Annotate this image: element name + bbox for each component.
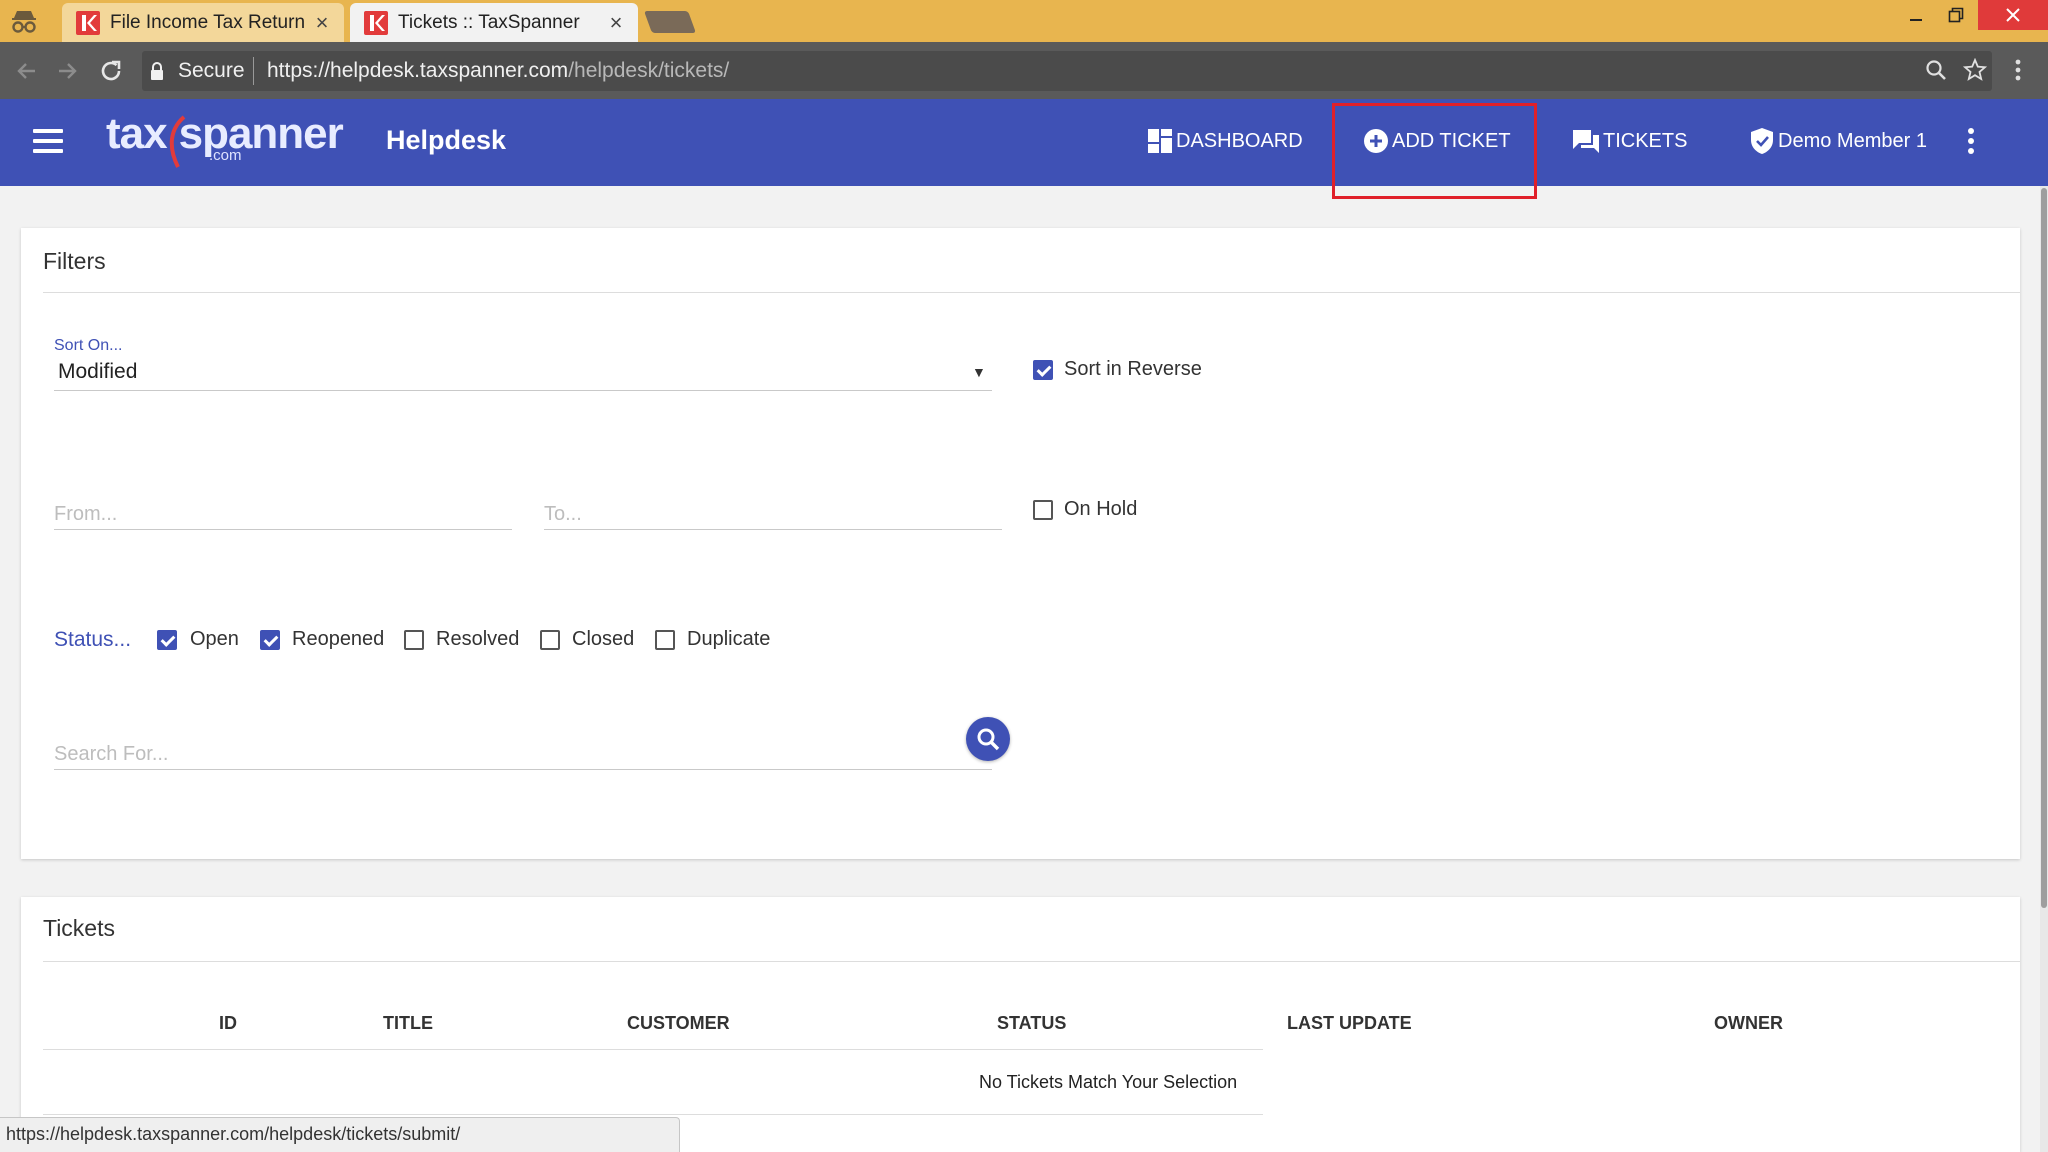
column-header-status[interactable]: STATUS xyxy=(997,1013,1066,1034)
browser-menu-icon[interactable] xyxy=(2010,55,2026,85)
tickets-title: Tickets xyxy=(43,915,115,941)
url-text[interactable]: https://helpdesk.taxspanner.com/helpdesk… xyxy=(267,59,729,83)
empty-table-message: No Tickets Match Your Selection xyxy=(979,1072,1238,1092)
close-window-icon[interactable] xyxy=(1978,0,2048,30)
status-reopened-checkbox[interactable] xyxy=(260,630,280,650)
on-hold-label: On Hold xyxy=(1064,498,1138,520)
nav-tickets-label: TICKETS xyxy=(1603,129,1688,152)
link-status-bar: https://helpdesk.taxspanner.com/helpdesk… xyxy=(0,1117,680,1152)
logo-text-spanner: spanner xyxy=(178,109,344,158)
reload-icon[interactable] xyxy=(94,54,128,88)
incognito-icon xyxy=(12,11,36,33)
bookmark-star-icon[interactable] xyxy=(1960,55,1990,85)
zoom-icon[interactable] xyxy=(1921,55,1951,85)
nav-user-profile[interactable]: Demo Member 1 xyxy=(1748,125,1927,157)
add-ticket-highlight xyxy=(1332,103,1537,199)
search-icon xyxy=(977,728,1000,751)
column-header-customer[interactable]: CUSTOMER xyxy=(627,1013,730,1034)
browser-tab-tickets[interactable]: Tickets :: TaxSpanner × xyxy=(350,3,638,42)
chat-bubbles-icon xyxy=(1573,130,1599,153)
sort-on-label: Sort On... xyxy=(54,337,123,354)
column-header-id[interactable]: ID xyxy=(219,1013,237,1034)
table-row-divider xyxy=(43,1114,1263,1115)
more-options-icon[interactable] xyxy=(1966,128,1976,154)
browser-toolbar: Secure https://helpdesk.taxspanner.com/h… xyxy=(0,42,2048,99)
close-tab-icon[interactable]: × xyxy=(310,10,334,35)
hamburger-menu-icon[interactable] xyxy=(33,129,63,153)
status-duplicate-checkbox[interactable] xyxy=(655,630,675,650)
logo-text-tax: tax xyxy=(106,109,168,158)
taxspanner-favicon-icon xyxy=(76,10,100,35)
sort-on-select[interactable]: Modified xyxy=(58,360,137,384)
dropdown-caret-icon[interactable]: ▼ xyxy=(972,364,986,380)
nav-tickets[interactable]: TICKETS xyxy=(1571,125,1687,157)
back-arrow-icon[interactable] xyxy=(10,54,44,88)
status-reopened-label: Reopened xyxy=(292,628,385,650)
nav-dashboard-label: DASHBOARD xyxy=(1176,129,1303,152)
status-open-label: Open xyxy=(190,628,239,650)
from-date-input[interactable]: From... xyxy=(54,503,117,526)
status-closed-label: Closed xyxy=(572,628,635,650)
status-resolved-label: Resolved xyxy=(436,628,520,650)
app-title: Helpdesk xyxy=(386,125,507,155)
tab-title: File Income Tax Return C xyxy=(110,11,310,33)
to-underline xyxy=(544,529,1002,530)
url-path: /helpdesk/tickets/ xyxy=(568,59,730,82)
address-separator xyxy=(253,57,254,85)
secure-label: Secure xyxy=(178,59,245,82)
status-closed-checkbox[interactable] xyxy=(540,630,560,650)
column-header-title[interactable]: TITLE xyxy=(383,1013,433,1034)
verified-shield-icon xyxy=(1751,128,1773,154)
column-header-last-update[interactable]: LAST UPDATE xyxy=(1287,1013,1412,1034)
close-tab-icon[interactable]: × xyxy=(604,10,628,35)
table-header-divider xyxy=(43,1049,1263,1050)
tickets-divider xyxy=(43,961,2020,962)
filters-card: Filters xyxy=(21,228,2020,859)
sort-reverse-checkbox[interactable] xyxy=(1033,360,1053,380)
dashboard-icon xyxy=(1148,129,1172,153)
new-tab-button[interactable] xyxy=(643,11,697,33)
restore-icon[interactable] xyxy=(1933,0,1979,30)
filters-title: Filters xyxy=(43,248,106,274)
sort-reverse-label: Sort in Reverse xyxy=(1064,358,1202,380)
tab-title: Tickets :: TaxSpanner xyxy=(398,11,580,33)
to-date-input[interactable]: To... xyxy=(544,503,582,526)
nav-dashboard[interactable]: DASHBOARD xyxy=(1146,125,1303,157)
status-resolved-checkbox[interactable] xyxy=(404,630,424,650)
status-label: Status... xyxy=(54,628,132,651)
user-name: Demo Member 1 xyxy=(1778,129,1927,152)
url-host: https://helpdesk.taxspanner.com xyxy=(267,59,569,82)
logo-swoosh-icon xyxy=(169,115,186,168)
filters-divider xyxy=(43,292,2020,293)
from-underline xyxy=(54,529,512,530)
scrollbar-thumb[interactable] xyxy=(2041,188,2047,908)
taxspanner-favicon-icon xyxy=(364,10,388,35)
status-open-checkbox[interactable] xyxy=(157,630,177,650)
app-header: tax spanner .com Helpdesk DASHBOARD ADD T… xyxy=(0,99,2048,186)
browser-tab-bar: File Income Tax Return C × Tickets :: Ta… xyxy=(0,0,2048,42)
sort-on-underline xyxy=(54,390,992,391)
search-button[interactable] xyxy=(966,717,1010,761)
search-underline xyxy=(54,769,992,770)
browser-tab-income-tax[interactable]: File Income Tax Return C × xyxy=(62,3,344,42)
search-input[interactable]: Search For... xyxy=(54,743,169,766)
lock-icon xyxy=(151,62,163,80)
forward-arrow-icon[interactable] xyxy=(50,54,84,88)
logo-suffix: .com xyxy=(209,147,242,164)
column-header-owner[interactable]: OWNER xyxy=(1714,1013,1783,1034)
on-hold-checkbox[interactable] xyxy=(1033,500,1053,520)
status-duplicate-label: Duplicate xyxy=(687,628,771,650)
